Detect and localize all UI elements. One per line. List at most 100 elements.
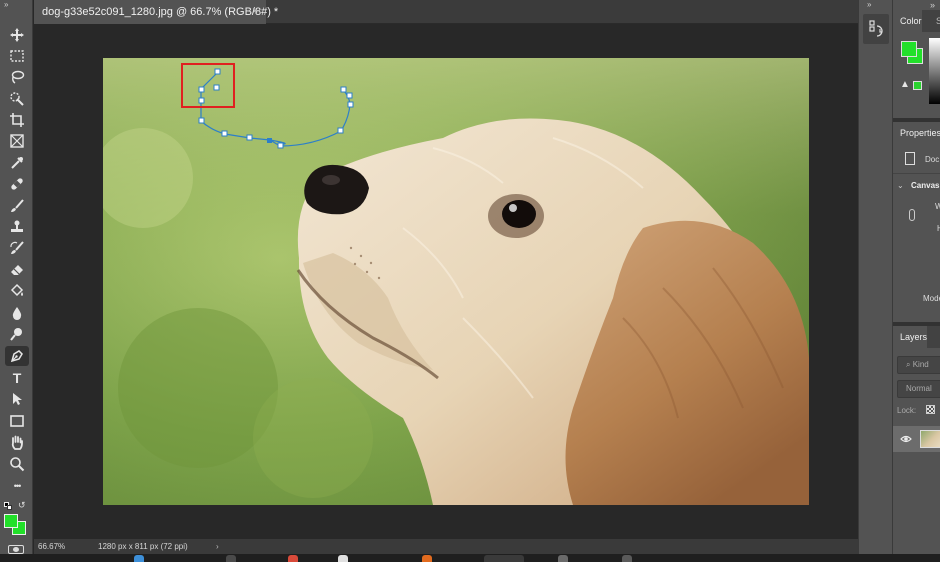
taskbar-icon[interactable] xyxy=(422,555,432,562)
layer-filter-field[interactable]: ⌕ Kind xyxy=(897,356,940,374)
foreground-color-swatch[interactable] xyxy=(4,514,18,528)
canvas-area[interactable] xyxy=(34,25,858,539)
paint-bucket-tool[interactable] xyxy=(5,281,29,301)
canvas-chevron-icon[interactable]: ⌄ xyxy=(897,181,904,190)
tab-properties[interactable]: Properties xyxy=(893,122,940,144)
taskbar-icon[interactable] xyxy=(226,555,236,562)
crop-tool[interactable] xyxy=(5,110,29,130)
path-selection-tool[interactable] xyxy=(5,389,29,409)
history-brush-tool[interactable] xyxy=(5,238,29,258)
lock-label: Lock: xyxy=(897,406,917,415)
taskbar-icon[interactable] xyxy=(622,555,632,562)
toolbar-collapse-button[interactable]: » xyxy=(0,0,33,10)
history-icon xyxy=(869,20,883,37)
status-bar: 66.67% 1280 px x 811 px (72 ppi) › xyxy=(34,539,858,554)
tab-color[interactable]: Color xyxy=(893,10,922,32)
layer-filter-placeholder: Kind xyxy=(912,360,929,369)
eyedropper-icon xyxy=(11,157,23,169)
color-panel-foreground-swatch[interactable] xyxy=(901,41,917,57)
document-icon xyxy=(905,152,915,165)
eraser-icon xyxy=(11,265,23,275)
gamut-swatch[interactable] xyxy=(913,81,922,90)
properties-doc-label: Doc xyxy=(925,155,940,164)
color-spectrum[interactable] xyxy=(929,38,940,104)
swap-colors-icon[interactable]: ↺ xyxy=(18,500,26,511)
lock-transparency-icon[interactable] xyxy=(926,405,935,414)
more-tools-button[interactable]: ••• xyxy=(5,476,29,496)
layer-thumbnail[interactable] xyxy=(920,430,940,448)
visibility-eye-icon[interactable] xyxy=(900,431,912,449)
document-tab-bar: dog-g33e52c091_1280.jpg @ 66.7% (RGB/8#)… xyxy=(34,0,858,24)
document-info: 1280 px x 811 px (72 ppi) xyxy=(98,542,188,551)
document-image[interactable] xyxy=(103,58,809,505)
eraser-tool[interactable] xyxy=(5,260,29,280)
hand-icon xyxy=(11,435,23,450)
close-tab-icon[interactable]: × xyxy=(252,0,258,24)
frame-icon xyxy=(10,134,24,148)
pen-icon xyxy=(10,350,23,363)
crop-icon xyxy=(10,113,24,127)
type-tool[interactable]: T xyxy=(5,368,29,388)
layer-row-background[interactable] xyxy=(893,426,940,452)
highlight-box xyxy=(181,63,235,108)
document-tab-title: dog-g33e52c091_1280.jpg @ 66.7% (RGB/8#)… xyxy=(42,6,279,18)
taskbar-icon[interactable] xyxy=(134,555,144,562)
dodge-icon xyxy=(10,328,22,341)
lasso-tool[interactable] xyxy=(5,67,29,87)
eyedropper-tool[interactable] xyxy=(5,153,29,173)
taskbar-icon[interactable] xyxy=(288,555,298,562)
zoom-icon xyxy=(10,457,25,472)
canvas-section-title: Canvas xyxy=(911,181,940,190)
quick-select-icon xyxy=(10,92,24,106)
right-panels: » × Color S ▲ Properties Doc ⌄ Canvas W … xyxy=(892,0,940,554)
pen-tool[interactable] xyxy=(5,346,29,366)
tab-swatches[interactable]: S xyxy=(929,10,940,32)
status-menu-arrow[interactable]: › xyxy=(216,539,219,554)
drop-icon xyxy=(12,307,22,320)
lasso-icon xyxy=(11,70,25,84)
taskbar-icon[interactable] xyxy=(338,555,348,562)
rectangle-icon xyxy=(10,415,24,427)
canvas-width-label: W xyxy=(935,202,940,211)
frame-tool[interactable] xyxy=(5,131,29,151)
hand-tool[interactable] xyxy=(5,432,29,452)
photoshop-window: » T ••• ↺ dog-g33e52c091_1280.jpg @ 66.7… xyxy=(0,0,940,562)
gamut-warning-icon: ▲ xyxy=(900,79,910,90)
brush-tool[interactable] xyxy=(5,196,29,216)
healing-brush-tool[interactable] xyxy=(5,174,29,194)
taskbar-icon[interactable] xyxy=(484,555,524,562)
clone-stamp-tool[interactable] xyxy=(5,217,29,237)
tools-panel: » T ••• ↺ xyxy=(0,0,33,562)
marquee-tool[interactable] xyxy=(5,46,29,66)
quick-mask-icon[interactable] xyxy=(8,545,24,554)
document-tab[interactable]: dog-g33e52c091_1280.jpg @ 66.7% (RGB/8#)… xyxy=(34,0,278,24)
taskbar-icon[interactable] xyxy=(558,555,568,562)
canvas-mode-label: Mode xyxy=(923,294,940,303)
stamp-icon xyxy=(11,220,23,232)
taskbar xyxy=(0,554,940,562)
pen-path-overlay[interactable] xyxy=(103,58,809,505)
dodge-tool[interactable] xyxy=(5,324,29,344)
marquee-icon xyxy=(10,50,24,62)
quick-selection-tool[interactable] xyxy=(5,89,29,109)
move-tool[interactable] xyxy=(5,25,29,45)
properties-divider xyxy=(893,173,940,174)
zoom-level[interactable]: 66.67% xyxy=(38,539,65,554)
tab-layers[interactable]: Layers xyxy=(893,326,928,348)
selected-anchor-point[interactable] xyxy=(267,138,272,143)
arrow-icon xyxy=(13,393,22,405)
blend-mode-select[interactable]: Normal xyxy=(897,380,940,398)
link-dimensions-icon[interactable] xyxy=(909,209,915,221)
zoom-tool[interactable] xyxy=(5,454,29,474)
move-icon xyxy=(10,28,24,42)
history-panel-button[interactable] xyxy=(863,14,889,44)
blur-tool[interactable] xyxy=(5,303,29,323)
bandage-icon xyxy=(11,178,23,190)
history-brush-icon xyxy=(10,241,24,254)
panel-icon-strip: » xyxy=(858,0,892,554)
rectangle-tool[interactable] xyxy=(5,411,29,431)
brush-icon xyxy=(11,199,24,212)
icon-strip-collapse-button[interactable]: » xyxy=(867,0,871,9)
default-colors-icon[interactable] xyxy=(4,502,12,510)
search-icon: ⌕ xyxy=(906,360,913,369)
